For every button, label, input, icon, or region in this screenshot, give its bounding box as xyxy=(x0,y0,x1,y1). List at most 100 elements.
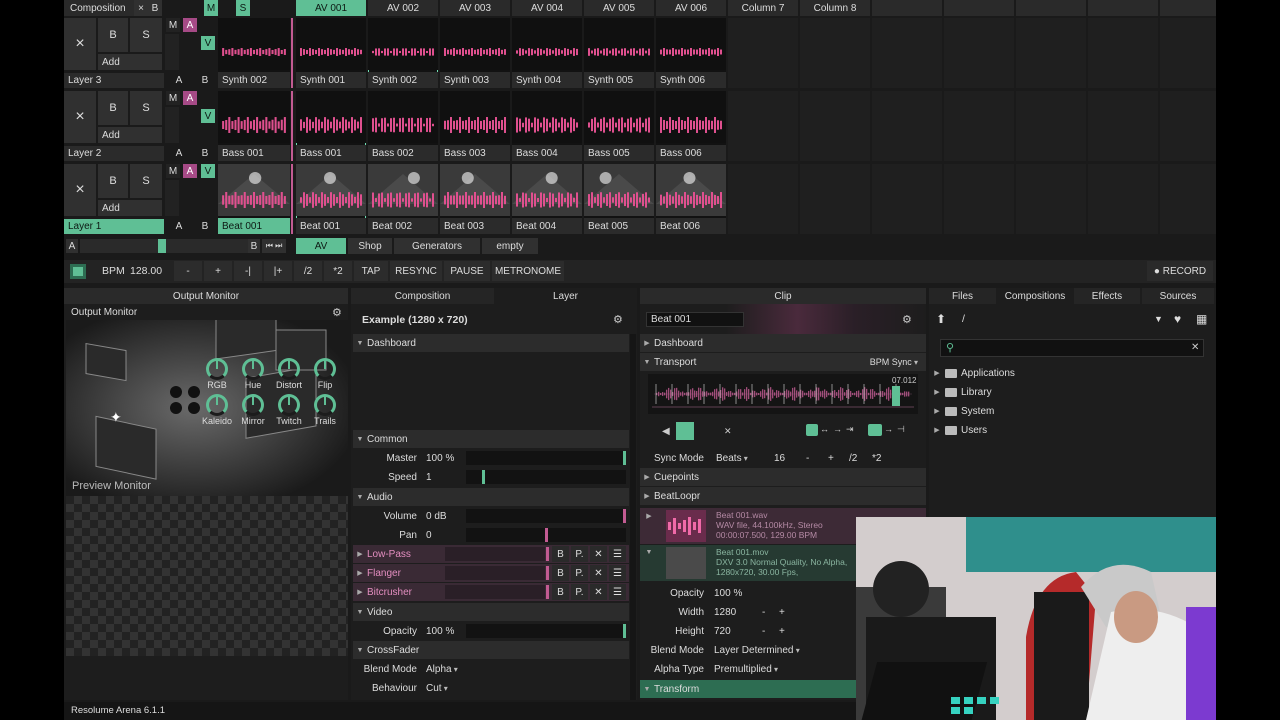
crossfader-slider[interactable] xyxy=(80,239,248,253)
layer-crossfader-b[interactable]: B xyxy=(194,146,216,161)
trigger-mode-icon[interactable] xyxy=(868,424,882,436)
empty-clip-slot[interactable] xyxy=(1160,91,1216,161)
fullscreen-icon[interactable] xyxy=(70,264,86,279)
clip-slot[interactable]: Synth 004 xyxy=(512,18,582,88)
clip-slot[interactable]: Beat 001 xyxy=(296,164,366,234)
layer-clear-button[interactable]: × xyxy=(64,164,96,216)
transport-button[interactable]: |+ xyxy=(264,261,292,281)
effect-row[interactable]: ▶ Low-Pass B P. ✕ ☰ xyxy=(353,545,629,563)
master-value[interactable]: 100 % xyxy=(426,453,454,464)
empty-clip-slot[interactable] xyxy=(1088,164,1158,234)
composition-menu[interactable]: Composition xyxy=(64,0,134,16)
layer-add-button[interactable]: Add xyxy=(98,54,162,70)
clip-height-minus-button[interactable]: - xyxy=(762,626,765,637)
browser-tab[interactable]: Files xyxy=(929,288,996,304)
composition-bypass-button[interactable]: B xyxy=(148,0,162,16)
layer-bypass-button[interactable]: B xyxy=(98,18,128,52)
deck-tab[interactable]: AV xyxy=(296,238,346,254)
composition-s-button[interactable]: S xyxy=(236,0,250,16)
empty-clip-slot[interactable] xyxy=(800,18,870,88)
trigger-modes-icons[interactable]: →⊣ xyxy=(884,424,909,435)
effect-remove-icon[interactable]: ✕ xyxy=(590,584,607,600)
clip-slot[interactable]: Bass 006 xyxy=(656,91,726,161)
record-button[interactable]: ● RECORD xyxy=(1147,261,1213,281)
column-header[interactable]: AV 006 xyxy=(656,0,726,16)
speed-slider[interactable] xyxy=(466,470,626,484)
clip-name-field[interactable]: Beat 001 xyxy=(646,312,744,327)
clip-transport-section[interactable]: ▼ Transport BPM Sync xyxy=(640,353,926,371)
transport-button[interactable]: /2 xyxy=(294,261,322,281)
heart-icon[interactable]: ♥ xyxy=(1174,312,1181,326)
effect-mix-handle[interactable] xyxy=(546,566,549,580)
layer-name[interactable]: Layer 1 xyxy=(64,219,164,234)
deck-tab[interactable]: empty xyxy=(482,238,538,254)
layer-crossfader-a[interactable]: A xyxy=(165,146,193,161)
clip-slot[interactable]: Beat 005 xyxy=(584,164,654,234)
layer-settings-gear-icon[interactable]: ⚙ xyxy=(613,313,623,326)
clip-slot[interactable]: Synth 003 xyxy=(440,18,510,88)
layer-a-button[interactable]: A xyxy=(183,91,197,105)
crossfader-section[interactable]: ▼ CrossFader xyxy=(353,641,629,659)
beats-minus-button[interactable]: - xyxy=(806,453,809,464)
layer-m-button[interactable]: M xyxy=(166,18,180,32)
layer-scrollbar[interactable] xyxy=(630,334,636,700)
clip-width-minus-button[interactable]: - xyxy=(762,607,765,618)
sync-mode-select[interactable]: Beats xyxy=(716,453,748,464)
transport-button[interactable]: RESYNC xyxy=(390,261,442,281)
clip-slot[interactable]: Synth 002 xyxy=(368,18,438,88)
behaviour-select[interactable]: Cut xyxy=(426,683,448,694)
empty-clip-slot[interactable] xyxy=(944,91,1014,161)
clip-height-plus-button[interactable]: + xyxy=(779,626,785,637)
column-header[interactable]: AV 005 xyxy=(584,0,654,16)
folder-item[interactable]: ▶ System xyxy=(930,404,1210,422)
dashboard-section[interactable]: ▼ Dashboard xyxy=(353,334,629,352)
layer-solo-button[interactable]: S xyxy=(130,18,162,52)
effect-preset-button[interactable]: P. xyxy=(571,546,588,562)
beats-halve-button[interactable]: /2 xyxy=(849,453,857,464)
clip-width-value[interactable]: 1280 xyxy=(714,607,736,618)
transport-button[interactable]: - xyxy=(174,261,202,281)
master-slider[interactable] xyxy=(466,451,626,465)
layer-fader[interactable] xyxy=(165,180,179,216)
layer-crossfader-a[interactable]: A xyxy=(165,219,193,234)
layer-crossfader-a[interactable]: A xyxy=(165,73,193,88)
column-header[interactable]: AV 002 xyxy=(368,0,438,16)
effect-knob[interactable] xyxy=(242,358,264,380)
random-icon[interactable]: ✕ xyxy=(724,426,732,437)
clip-slot[interactable]: Beat 003 xyxy=(440,164,510,234)
empty-clip-slot[interactable] xyxy=(872,164,942,234)
empty-clip-slot[interactable] xyxy=(1016,18,1086,88)
crossfader-handle[interactable] xyxy=(158,239,166,253)
effect-menu-icon[interactable]: ☰ xyxy=(609,584,626,600)
empty-clip-slot[interactable] xyxy=(1160,164,1216,234)
effect-knob[interactable] xyxy=(278,394,300,416)
clip-slot[interactable]: Beat 006 xyxy=(656,164,726,234)
empty-clip-slot[interactable] xyxy=(1016,91,1086,161)
path-dropdown-icon[interactable]: ▼ xyxy=(1154,314,1163,324)
layer-add-button[interactable]: Add xyxy=(98,200,162,216)
column-header[interactable]: AV 001 xyxy=(296,0,366,16)
browser-tab[interactable]: Compositions xyxy=(998,288,1072,304)
clip-dashboard-section[interactable]: ▶ Dashboard xyxy=(640,334,926,352)
empty-clip-slot[interactable] xyxy=(728,91,798,161)
layer-v-button[interactable]: V xyxy=(201,36,215,50)
layer-fader[interactable] xyxy=(165,34,179,70)
empty-clip-slot[interactable] xyxy=(728,18,798,88)
layer-m-button[interactable]: M xyxy=(166,164,180,178)
effect-knob[interactable] xyxy=(278,358,300,380)
empty-clip-slot[interactable] xyxy=(1016,164,1086,234)
clip-blend-mode-value[interactable]: Layer Determined xyxy=(714,645,800,656)
clip-slot[interactable]: Bass 001 xyxy=(296,91,366,161)
browser-tab[interactable]: Sources xyxy=(1142,288,1214,304)
beats-value[interactable]: 16 xyxy=(774,453,785,464)
layer-preview-clip[interactable]: Bass 001 xyxy=(218,91,290,161)
effect-mix-handle[interactable] xyxy=(546,585,549,599)
effect-remove-icon[interactable]: ✕ xyxy=(590,565,607,581)
gear-icon[interactable]: ⚙ xyxy=(332,306,342,319)
clip-slot[interactable]: Bass 004 xyxy=(512,91,582,161)
browser-search-input[interactable]: ⚲ ✕ xyxy=(940,339,1204,357)
folder-item[interactable]: ▶ Users xyxy=(930,423,1210,441)
clip-timeline[interactable] xyxy=(648,374,918,414)
clip-height-value[interactable]: 720 xyxy=(714,626,731,637)
clip-opacity-value[interactable]: 100 % xyxy=(714,588,742,599)
